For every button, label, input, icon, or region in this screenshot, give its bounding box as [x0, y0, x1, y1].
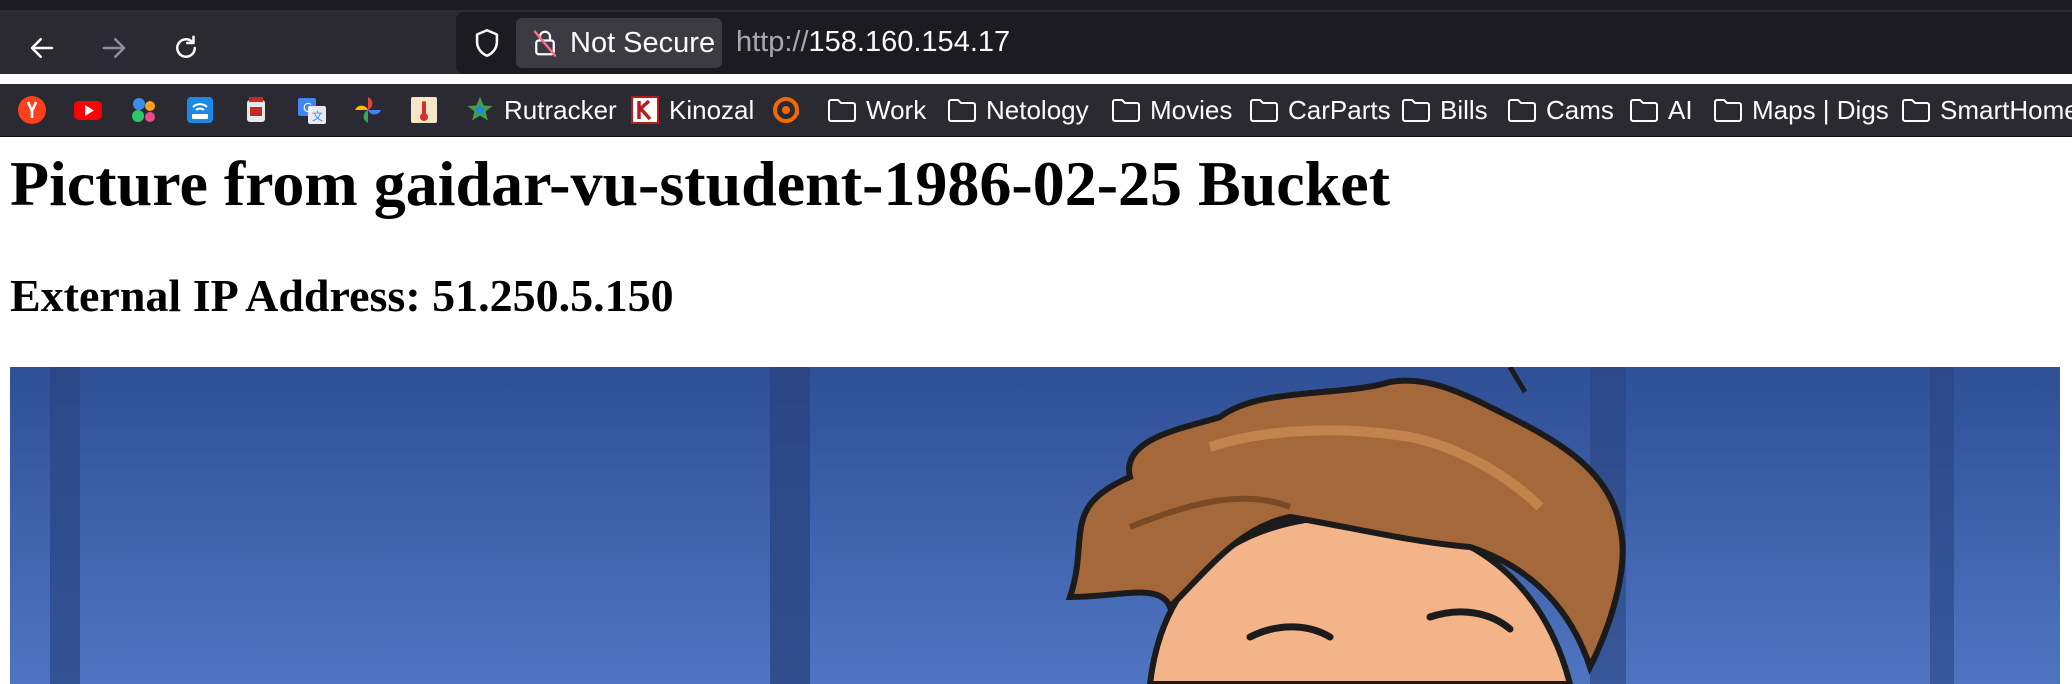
bookmark-youtube[interactable] — [72, 91, 104, 129]
jar-icon — [247, 97, 265, 122]
youtube-icon — [74, 101, 102, 120]
shield-icon[interactable] — [470, 26, 504, 60]
bookmark-label: SmartHome — [1940, 94, 2072, 125]
bookmark-label: Netology — [986, 94, 1089, 125]
external-ip-heading: External IP Address: 51.250.5.150 — [10, 270, 674, 321]
bookmark-folder-maps-digs[interactable]: Maps | Digs — [1712, 91, 1889, 129]
bookmark-label: Movies — [1150, 94, 1233, 125]
security-label: Not Secure — [570, 26, 716, 59]
bookmark-label: Work — [866, 94, 927, 125]
folder-icon — [1714, 99, 1742, 122]
bookmark-folder-smarthome[interactable]: SmartHome — [1900, 91, 2072, 129]
bookmark-translate[interactable]: G文 — [296, 91, 328, 129]
bookmark-folder-work[interactable]: Work — [826, 91, 926, 129]
folder-icon — [1508, 99, 1536, 122]
broken-lock-icon — [533, 30, 557, 57]
thermometer-icon — [411, 97, 437, 123]
cartoon-student-illustration — [10, 367, 2060, 684]
bookmark-kinozal[interactable]: Kinozal — [629, 91, 754, 129]
url-text[interactable]: http://158.160.154.17 — [736, 26, 1010, 59]
folder-icon — [1112, 99, 1140, 122]
bookmark-label: Cams — [1546, 94, 1614, 125]
folder-icon — [1402, 99, 1430, 122]
forward-button[interactable] — [92, 26, 136, 70]
bookmark-folder-bills[interactable]: Bills — [1400, 91, 1488, 129]
url-scheme: http:// — [736, 26, 809, 58]
arrow-left-icon — [30, 38, 54, 58]
bookmark-folder-cams[interactable]: Cams — [1506, 91, 1614, 129]
folder-icon — [1902, 99, 1930, 122]
bookmark-rutracker[interactable]: Rutracker — [464, 91, 617, 129]
page-title: Picture from gaidar-vu-student-1986-02-2… — [10, 148, 1390, 219]
bookmark-label: Rutracker — [504, 94, 617, 125]
bookmark-folder-netology[interactable]: Netology — [946, 91, 1089, 129]
url-bar[interactable]: Not Secure http://158.160.154.17 — [456, 12, 2072, 74]
svg-text:G: G — [303, 101, 312, 115]
reload-button[interactable] — [164, 26, 208, 70]
browser-toolbar: Not Secure http://158.160.154.17 — [0, 0, 2072, 74]
pinwheel-icon — [355, 97, 381, 123]
folder-icon — [1250, 99, 1278, 122]
grafana-icon — [773, 97, 799, 123]
yandex-icon — [18, 96, 46, 124]
kinozal-icon — [631, 96, 659, 124]
rutracker-icon — [467, 97, 493, 121]
svg-text:文: 文 — [312, 109, 323, 123]
back-button[interactable] — [20, 26, 64, 70]
bookmark-label: CarParts — [1288, 94, 1391, 125]
bookmark-thermometer[interactable] — [408, 91, 440, 129]
bookmark-jar[interactable] — [240, 91, 272, 129]
folder-icon — [948, 99, 976, 122]
bookmark-grafana[interactable] — [770, 91, 802, 129]
bookmark-folder-movies[interactable]: Movies — [1110, 91, 1232, 129]
bookmark-label: Maps | Digs — [1752, 94, 1889, 125]
router-icon — [187, 97, 213, 123]
bookmark-label: Bills — [1440, 94, 1488, 125]
arrow-right-icon — [102, 38, 126, 58]
bookmark-router[interactable] — [184, 91, 216, 129]
bookmark-label: Kinozal — [669, 94, 755, 125]
reload-icon — [176, 35, 196, 58]
folder-icon — [1630, 99, 1658, 122]
page-content: Picture from gaidar-vu-student-1986-02-2… — [0, 137, 2072, 684]
bookmarks-toolbar: G文 Rutracker Kinozal Work Netology Movie… — [0, 84, 2072, 137]
bookmark-yandex[interactable] — [16, 91, 48, 129]
bookmark-folder-carparts[interactable]: CarParts — [1248, 91, 1391, 129]
translate-icon: G文 — [298, 98, 326, 124]
bookmark-bubbles[interactable] — [128, 91, 160, 129]
bookmark-folder-ai[interactable]: AI — [1628, 91, 1693, 129]
bookmark-label: AI — [1668, 94, 1693, 125]
folder-icon — [828, 99, 856, 122]
not-secure-indicator[interactable]: Not Secure — [516, 18, 722, 68]
bookmark-pinwheel[interactable] — [352, 91, 384, 129]
url-host: 158.160.154.17 — [808, 26, 1011, 58]
bubbles-icon — [132, 98, 155, 122]
bucket-picture — [10, 367, 2060, 684]
